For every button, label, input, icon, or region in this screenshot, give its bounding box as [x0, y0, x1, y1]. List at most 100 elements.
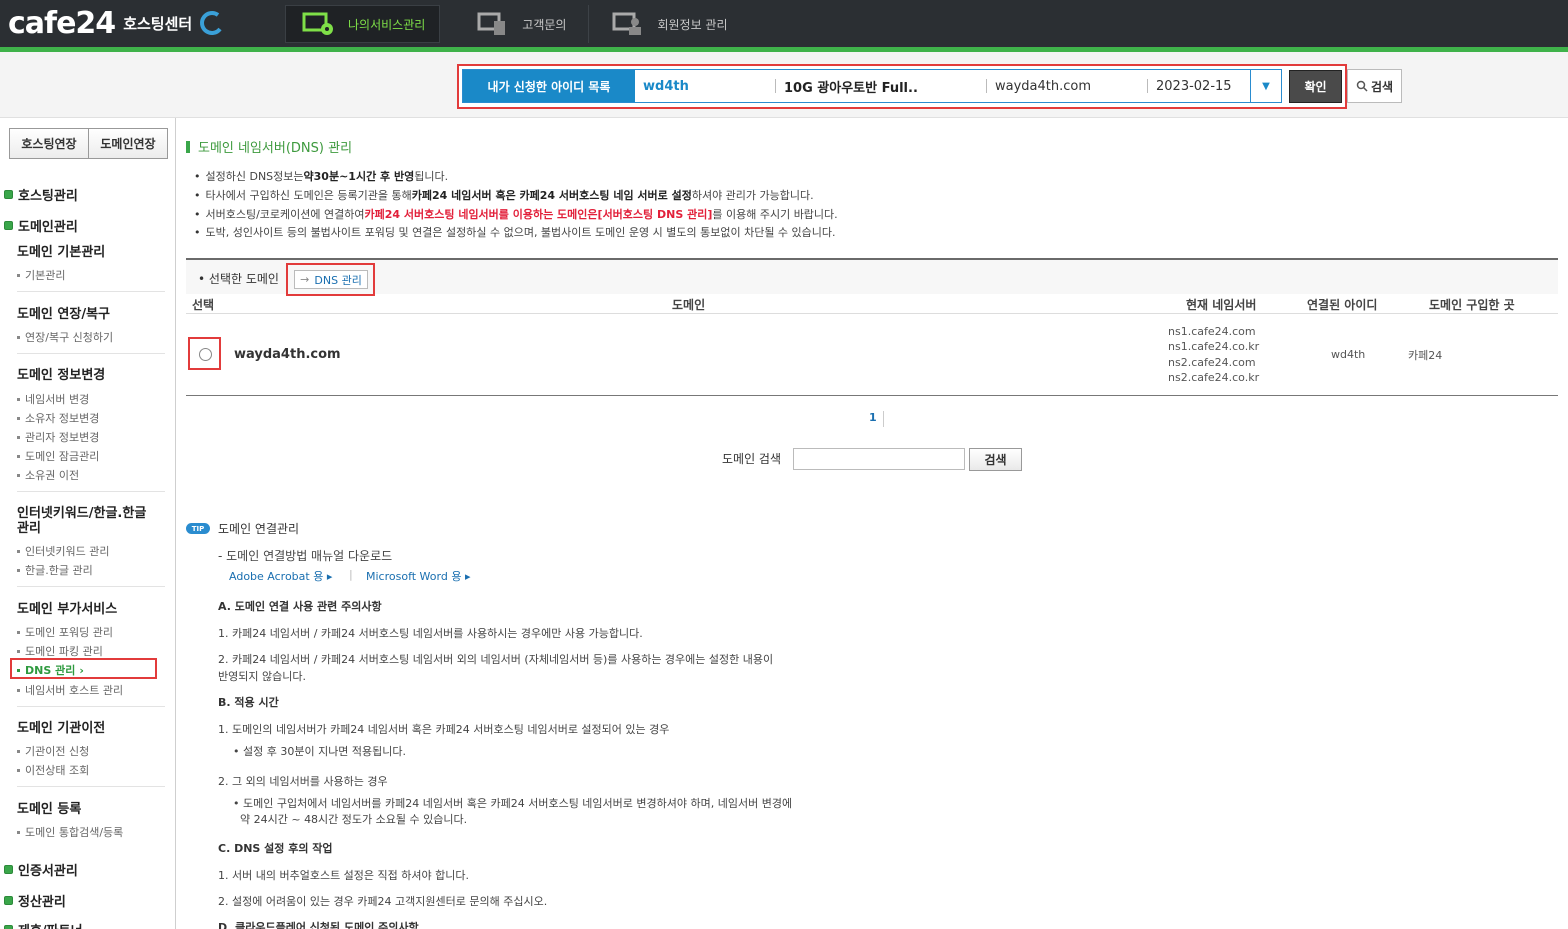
radio-highlight	[188, 337, 221, 370]
group-transfer: 도메인 기관이전	[17, 721, 106, 736]
c2: 2. 설정에 어려움이 있는 경우 카페24 고객지원센터로 문의해 주십시오.	[218, 895, 548, 908]
a1: 1. 카페24 네임서버 / 카페24 서버호스팅 네임서버를 사용하시는 경우…	[218, 627, 643, 640]
link-forwarding[interactable]: 도메인 포워딩 관리	[17, 624, 113, 640]
nav-support[interactable]: 고객문의	[440, 5, 590, 43]
sidebar-hosting[interactable]: 호스팅관리	[4, 185, 78, 204]
b1a: • 설정 후 30분이 지나면 적용됩니다.	[233, 745, 407, 758]
page-title: 도메인 네임서버(DNS) 관리	[186, 137, 352, 156]
link-transfer-status[interactable]: 이전상태 조회	[17, 762, 89, 778]
search-icon	[1356, 80, 1368, 92]
b1: 1. 도메인의 네임서버가 카페24 네임서버 혹은 카페24 서버호스팅 네임…	[218, 723, 670, 736]
confirm-button[interactable]: 확인	[1289, 70, 1342, 103]
b2: 2. 그 외의 네임서버를 사용하는 경우	[218, 775, 388, 788]
selected-domain-bar: • 선택한 도메인 → DNS 관리	[186, 258, 1558, 296]
id-search-button[interactable]: 검색	[1347, 69, 1402, 103]
domain-radio[interactable]	[199, 348, 212, 361]
link-text: Adobe Acrobat 용	[229, 570, 324, 583]
section-d: D. 클라우드플레어 신청된 도메인 주의사항	[218, 921, 419, 929]
tab-hosting-renew[interactable]: 호스팅연장	[10, 129, 88, 158]
sidebar: 호스팅연장 도메인연장 호스팅관리 도메인관리 도메인 기본관리 기본관리 도메…	[0, 118, 176, 929]
link-transfer-owner[interactable]: 소유권 이전	[17, 467, 79, 483]
renew-tabs: 호스팅연장 도메인연장	[9, 128, 168, 159]
table-bottom-line	[186, 395, 1558, 396]
logo-text: cafe24	[8, 5, 116, 41]
ns-4: ns2.cafe24.co.kr	[1168, 371, 1260, 384]
top-header: cafe24 호스팅센터 나의서비스관리 고객문의 회원정보 관리	[0, 0, 1568, 47]
domain-search-button[interactable]: 검색	[969, 448, 1022, 471]
sidebar-billing[interactable]: 정산관리	[4, 891, 66, 910]
cafe24-logo[interactable]: cafe24 호스팅센터	[8, 5, 226, 41]
logo-ring-icon	[200, 11, 222, 35]
link-ns-host[interactable]: 네임서버 호스트 관리	[17, 682, 123, 698]
arrow-right-icon: →	[300, 273, 310, 286]
link-lock[interactable]: 도메인 잠금관리	[17, 448, 99, 464]
label-text: 선택한 도메인	[208, 272, 279, 286]
notice-text: 하셔야 관리가 가능합니다.	[691, 189, 814, 202]
link-text: Microsoft Word 용	[366, 570, 462, 583]
triangle-right-icon: ▸	[464, 570, 471, 583]
id-select[interactable]: 내가 신청한 아이디 목록 wd4th 10G 광아우토반 Full.. way…	[462, 69, 1282, 103]
pager-divider	[883, 411, 884, 427]
sidebar-cert[interactable]: 인증서관리	[4, 860, 78, 879]
group-domain-info: 도메인 정보변경	[17, 368, 106, 383]
tab-domain-renew[interactable]: 도메인연장	[88, 129, 167, 158]
selected-domain-label: • 선택한 도메인	[198, 272, 279, 286]
notice-4: 도박, 성인사이트 등의 불법사이트 포워딩 및 연결은 설정하실 수 없으며,…	[194, 224, 836, 240]
bullet-icon	[4, 190, 13, 199]
nav-label: 회원정보 관리	[657, 17, 728, 32]
nav-my-service[interactable]: 나의서비스관리	[285, 5, 441, 43]
domain-search-input[interactable]	[793, 448, 965, 470]
ns-2: ns1.cafe24.co.kr	[1168, 340, 1260, 353]
bullet-icon	[4, 896, 13, 905]
link-renew[interactable]: 연장/복구 신청하기	[17, 329, 113, 345]
link-ns-change[interactable]: 네임서버 변경	[17, 391, 89, 407]
divider	[17, 291, 165, 292]
col-select: 선택	[192, 298, 215, 312]
ns-1: ns1.cafe24.com	[1168, 325, 1256, 338]
link-hangul[interactable]: 한글.한글 관리	[17, 562, 93, 578]
button-label: DNS 관리	[314, 273, 362, 287]
server-settings-icon	[302, 12, 333, 35]
link-admin[interactable]: 관리자 정보변경	[17, 429, 99, 445]
dropdown-arrow-icon[interactable]: ▼	[1250, 70, 1281, 102]
link-word[interactable]: Microsoft Word 용 ▸	[366, 568, 470, 584]
selected-domain: wayda4th.com	[995, 78, 1092, 94]
b2b: 약 24시간 ~ 48시간 정도가 소요될 수 있습니다.	[240, 813, 468, 826]
row-registrar: 카페24	[1408, 349, 1443, 362]
link-basic[interactable]: 기본관리	[17, 267, 65, 283]
sidebar-label: 도메인관리	[18, 220, 78, 235]
top-nav: 나의서비스관리 고객문의 회원정보 관리	[285, 5, 742, 43]
page-1[interactable]: 1	[869, 411, 877, 424]
section-a: A. 도메인 연결 사용 관련 주의사항	[218, 600, 382, 613]
link-acrobat[interactable]: Adobe Acrobat 용 ▸	[229, 568, 332, 584]
group-domain-basic: 도메인 기본관리	[17, 245, 106, 260]
link-register[interactable]: 도메인 통합검색/등록	[17, 824, 123, 840]
search-label: 검색	[1370, 79, 1394, 94]
group-keyword: 인터넷키워드/한글.한글 관리	[17, 506, 147, 536]
sidebar-domain[interactable]: 도메인관리	[4, 216, 78, 235]
b2a: • 도메인 구입처에서 네임서버를 카페24 네임서버 혹은 카페24 서버호스…	[233, 797, 793, 810]
sidebar-partner[interactable]: 제휴/파트너	[4, 920, 83, 929]
nav-label: 고객문의	[522, 17, 567, 32]
link-keyword[interactable]: 인터넷키워드 관리	[17, 543, 109, 559]
a2: 2. 카페24 네임서버 / 카페24 서버호스팅 네임서버 외의 네임서버 (…	[218, 653, 774, 666]
link-owner[interactable]: 소유자 정보변경	[17, 410, 99, 426]
notice-text: 타사에서 구입하신 도메인은 등록기관을 통해	[205, 189, 412, 202]
notice-3: 서버호스팅/코로케이션에 연결하여 카페24 서버호스팅 네임서버를 이용하는 …	[194, 206, 838, 222]
notice-bold: 약30분~1시간 후 반영	[303, 170, 415, 183]
triangle-right-icon: ▸	[326, 570, 333, 583]
nav-member[interactable]: 회원정보 관리	[589, 5, 741, 43]
dns-manage-button[interactable]: → DNS 관리	[294, 270, 368, 289]
divider	[17, 586, 165, 587]
notice-1: 설정하신 DNS정보는 약30분~1시간 후 반영됩니다.	[194, 168, 449, 184]
notice-red: 카페24 서버호스팅 네임서버를 이용하는 도메인은[서버호스팅 DNS 관리]	[364, 208, 713, 221]
c1: 1. 서버 내의 버추얼호스트 설정은 직접 하셔야 합니다.	[218, 869, 469, 882]
title-text: 도메인 네임서버(DNS) 관리	[198, 141, 353, 156]
sidebar-label: 호스팅관리	[18, 189, 78, 204]
link-transfer-apply[interactable]: 기관이전 신청	[17, 743, 89, 759]
divider	[17, 786, 165, 787]
col-nameserver: 현재 네임서버	[1186, 298, 1257, 312]
link-parking[interactable]: 도메인 파킹 관리	[17, 643, 103, 659]
bullet-icon	[4, 221, 13, 230]
ns-3: ns2.cafe24.com	[1168, 356, 1256, 369]
